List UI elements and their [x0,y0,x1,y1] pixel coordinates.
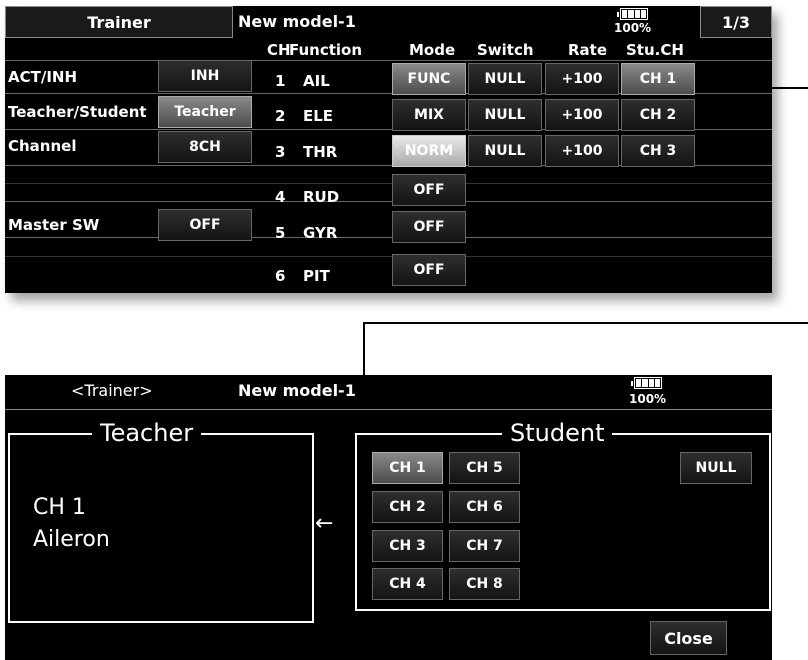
channel-function: RUD [303,188,340,206]
mode-button[interactable]: NORM [392,135,466,167]
student-title: Student [502,419,613,447]
header-rate: Rate [568,41,608,59]
screen-title: <Trainer> [71,381,153,400]
battery-percent: 100% [614,21,652,35]
student-ch-button[interactable]: CH 5 [449,452,520,484]
rate-button[interactable]: +100 [545,135,619,167]
channel-function: PIT [303,267,330,285]
channel-number: 6 [275,267,286,285]
stu-ch-select-screen: <Trainer> New model-1 100% Teacher CH 1 … [5,375,772,660]
battery-icon [631,377,662,389]
callout-line-top [363,322,808,324]
channel-number: 2 [275,107,286,125]
rate-button[interactable]: +100 [545,63,619,95]
mode-button[interactable]: FUNC [392,63,466,95]
trainer-setup-screen: Trainer New model-1 100% 1/3 CH Function… [5,6,772,293]
header-function: Function [289,41,363,59]
student-ch-button[interactable]: CH 2 [372,491,443,523]
teacher-panel: Teacher CH 1 Aileron [8,419,314,623]
mode-button[interactable]: OFF [392,174,466,206]
channel-number: 5 [275,224,286,242]
student-ch-button[interactable]: CH 6 [449,491,520,523]
channel-function: GYR [303,224,338,242]
header-stu-ch: Stu.CH [626,41,684,59]
master-sw-label: Master SW [8,216,100,234]
switch-button[interactable]: NULL [468,135,542,167]
teacher-channel: CH 1 [33,495,86,520]
student-ch-button[interactable]: CH 1 [372,452,443,484]
channel-function: AIL [303,72,330,90]
model-name: New model-1 [238,12,356,31]
channel-label: Channel [8,137,77,155]
master-sw-button[interactable]: OFF [158,209,252,241]
act-inh-button[interactable]: INH [158,60,252,92]
stu-ch-button[interactable]: CH 1 [621,63,695,95]
header-mode: Mode [409,41,456,59]
channel-number: 3 [275,143,286,161]
student-ch-button[interactable]: CH 8 [449,568,520,600]
teacher-title: Teacher [92,419,202,447]
channel-function: ELE [303,107,334,125]
switch-button[interactable]: NULL [468,99,542,131]
teacher-function: Aileron [33,527,110,552]
battery-icon [617,8,648,20]
battery-percent: 100% [629,392,667,406]
channel-number: 1 [275,72,286,90]
act-inh-label: ACT/INH [8,68,78,86]
student-ch-button[interactable]: CH 4 [372,568,443,600]
model-name: New model-1 [238,381,356,400]
header-ch: CH [267,41,291,59]
close-button[interactable]: Close [650,621,727,655]
header-switch: Switch [477,41,534,59]
trainer-title-tab[interactable]: Trainer [5,6,233,38]
mode-button[interactable]: OFF [392,211,466,243]
student-ch-button[interactable]: CH 3 [372,530,443,562]
teacher-student-label: Teacher/Student [8,103,147,121]
channel-count-button[interactable]: 8CH [158,131,252,163]
switch-button[interactable]: NULL [468,63,542,95]
teacher-student-button[interactable]: Teacher [158,96,252,128]
callout-line-down [363,322,365,375]
channel-number: 4 [275,188,286,206]
rate-button[interactable]: +100 [545,99,619,131]
stu-ch-button[interactable]: CH 2 [621,99,695,131]
arrow-left-icon: ← [315,511,334,536]
mode-button[interactable]: MIX [392,99,466,131]
null-button[interactable]: NULL [680,452,752,484]
page-indicator-button[interactable]: 1/3 [700,6,772,38]
stu-ch-button[interactable]: CH 3 [621,135,695,167]
channel-function: THR [303,143,338,161]
mode-button[interactable]: OFF [392,254,466,286]
student-ch-button[interactable]: CH 7 [449,530,520,562]
